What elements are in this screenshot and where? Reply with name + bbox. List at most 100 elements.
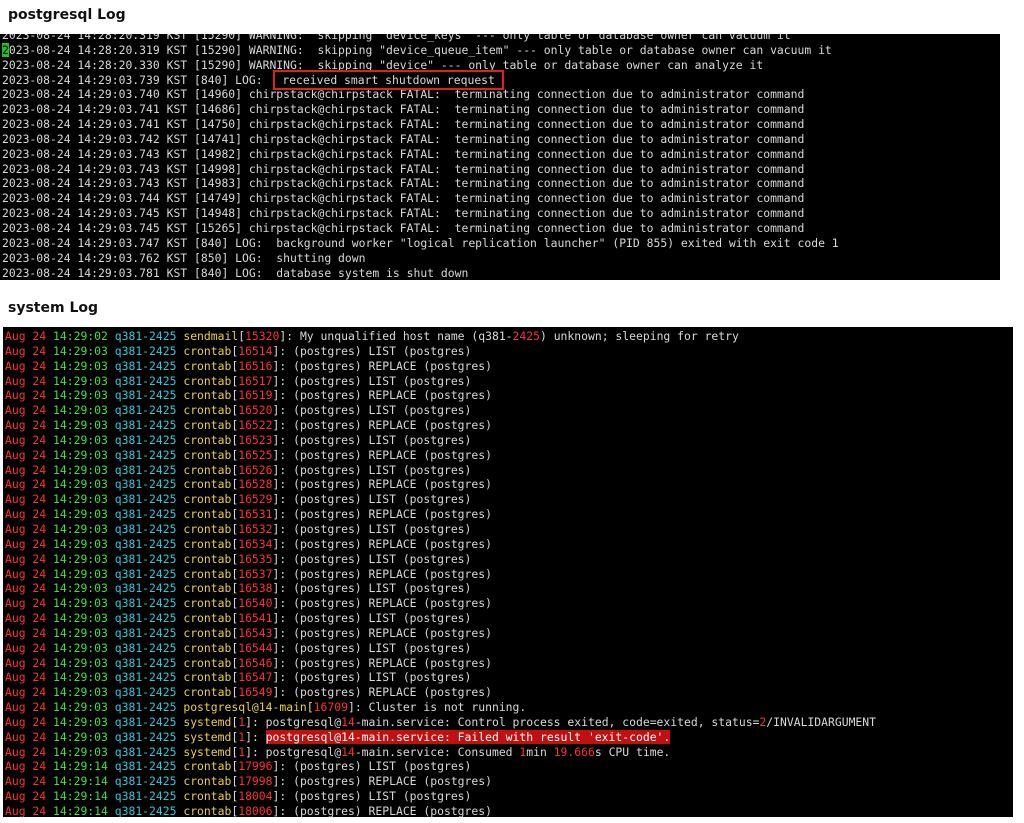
log-host: q381-2425 [114,358,177,373]
log-process: crontab [183,462,232,477]
log-line: 2023-08-24 14:29:03.743 KST [14982] chir… [2,147,839,162]
log-process: crontab [183,670,232,685]
log-message: : (postgres) LIST (postgres) [279,611,472,626]
log-date: Aug 24 [5,596,47,611]
log-pid: 16534 [238,536,273,551]
log-pid: 16516 [238,358,273,373]
log-pid: 16531 [238,507,273,522]
log-host: q381-2425 [114,700,177,715]
log-process: postgresql@14-main [183,700,307,715]
system-log-terminal[interactable]: Aug 24 14:29:02 q381-2425 sendmail[15320… [3,327,1013,817]
log-date: Aug 24 [5,388,47,403]
log-host: q381-2425 [114,551,177,566]
log-message: : (postgres) LIST (postgres) [279,462,472,477]
log-date: Aug 24 [5,655,47,670]
highlighted-shutdown-request: received smart shutdown request [273,69,504,90]
log-message: : (postgres) REPLACE (postgres) [279,418,492,433]
log-time: 14:29:03 [53,655,108,670]
log-message: : (postgres) REPLACE (postgres) [279,804,492,817]
log-date: Aug 24 [5,700,47,715]
log-process: crontab [183,492,232,507]
log-line: Aug 24 14:29:14 q381-2425 crontab[17998]… [5,774,492,789]
log-message: : [251,729,266,744]
log-line-text: 2023-08-24 14:28:20.330 KST [15290] WARN… [2,57,764,72]
log-date: Aug 24 [5,759,47,774]
log-time: 14:29:03 [53,700,108,715]
log-message: : (postgres) LIST (postgres) [279,521,472,536]
log-line: Aug 24 14:29:03 q381-2425 crontab[16514]… [5,343,472,358]
log-line: 2023-08-24 14:29:03.747 KST [840] LOG: b… [2,236,839,251]
log-date: Aug 24 [5,640,47,655]
log-time: 14:29:02 [53,329,108,343]
log-message: min [526,744,554,759]
log-line: Aug 24 14:29:03 q381-2425 crontab[16531]… [5,507,492,522]
log-time: 14:29:03 [53,566,108,581]
log-pid: 16526 [238,462,273,477]
log-message: s CPU time. [594,744,671,759]
log-date: Aug 24 [5,492,47,507]
log-message: : (postgres) LIST (postgres) [279,403,472,418]
log-message: : (postgres) REPLACE (postgres) [279,447,492,462]
log-time: 14:29:03 [53,521,108,536]
log-date: Aug 24 [5,729,47,744]
log-line: Aug 24 14:29:03 q381-2425 crontab[16525]… [5,447,492,462]
log-line: Aug 24 14:29:14 q381-2425 crontab[17996]… [5,759,472,774]
log-line-text: 2023-08-24 14:29:03.781 KST [840] LOG: d… [2,265,469,280]
postgresql-log-terminal[interactable]: 2023-08-24 14:28:20.319 KST [15290] WARN… [0,34,1000,280]
log-line: 2023-08-24 14:29:03.781 KST [840] LOG: d… [2,266,839,281]
log-pid: 16709 [313,700,348,715]
log-message: : (postgres) LIST (postgres) [279,789,472,804]
log-host: q381-2425 [114,685,177,700]
log-host: q381-2425 [114,492,177,507]
log-process: sendmail [183,329,239,343]
log-time: 14:29:03 [53,447,108,462]
log-line-text: 2023-08-24 14:29:03.744 KST [14749] chir… [2,191,805,206]
highlighted-failure-message: postgresql@14-main.service: Failed with … [265,729,671,744]
log-time: 14:29:03 [53,640,108,655]
log-message: : (postgres) REPLACE (postgres) [279,536,492,551]
log-line: Aug 24 14:29:03 q381-2425 crontab[16529]… [5,492,472,507]
log-line-text: 2023-08-24 14:29:03.739 KST [840] LOG: [2,72,277,87]
log-date: Aug 24 [5,566,47,581]
log-message: : (postgres) REPLACE (postgres) [279,388,492,403]
log-date: Aug 24 [5,358,47,373]
log-line: 2023-08-24 14:29:03.741 KST [14750] chir… [2,117,839,132]
log-pid: 16519 [238,388,273,403]
log-message: : (postgres) LIST (postgres) [279,343,472,358]
log-pid: 16537 [238,566,273,581]
log-host: q381-2425 [114,536,177,551]
log-host: q381-2425 [114,566,177,581]
log-date: Aug 24 [5,611,47,626]
log-line: Aug 24 14:29:03 q381-2425 crontab[16528]… [5,477,492,492]
log-host: q381-2425 [114,343,177,358]
log-host: q381-2425 [114,521,177,536]
log-process: crontab [183,759,232,774]
log-pid: 16544 [238,640,273,655]
log-message: : (postgres) REPLACE (postgres) [279,358,492,373]
log-host: q381-2425 [114,507,177,522]
log-host: q381-2425 [114,403,177,418]
log-process: crontab [183,566,232,581]
log-host: q381-2425 [114,581,177,596]
log-pid: 1 [238,729,246,744]
log-date: Aug 24 [5,462,47,477]
log-host: q381-2425 [114,625,177,640]
log-message: : (postgres) REPLACE (postgres) [279,655,492,670]
log-date: Aug 24 [5,477,47,492]
log-line-text: 2023-08-24 14:29:03.747 KST [840] LOG: b… [2,235,839,250]
log-date: Aug 24 [5,343,47,358]
log-line: Aug 24 14:29:03 q381-2425 crontab[16535]… [5,551,472,566]
log-line-text: 2023-08-24 14:29:03.741 KST [14686] chir… [2,102,805,117]
log-pid: 16532 [238,521,273,536]
log-time: 14:29:03 [53,432,108,447]
log-process: crontab [183,596,232,611]
log-pid: 16520 [238,403,273,418]
log-time: 14:29:03 [53,729,108,744]
log-time: 14:29:03 [53,714,108,729]
log-message: : (postgres) LIST (postgres) [279,759,472,774]
log-line: 2023-08-24 14:29:03.762 KST [850] LOG: s… [2,251,839,266]
log-time: 14:29:03 [53,581,108,596]
log-date: Aug 24 [5,581,47,596]
log-host: q381-2425 [114,744,177,759]
log-line-text: 2023-08-24 14:29:03.743 KST [14998] chir… [2,161,805,176]
